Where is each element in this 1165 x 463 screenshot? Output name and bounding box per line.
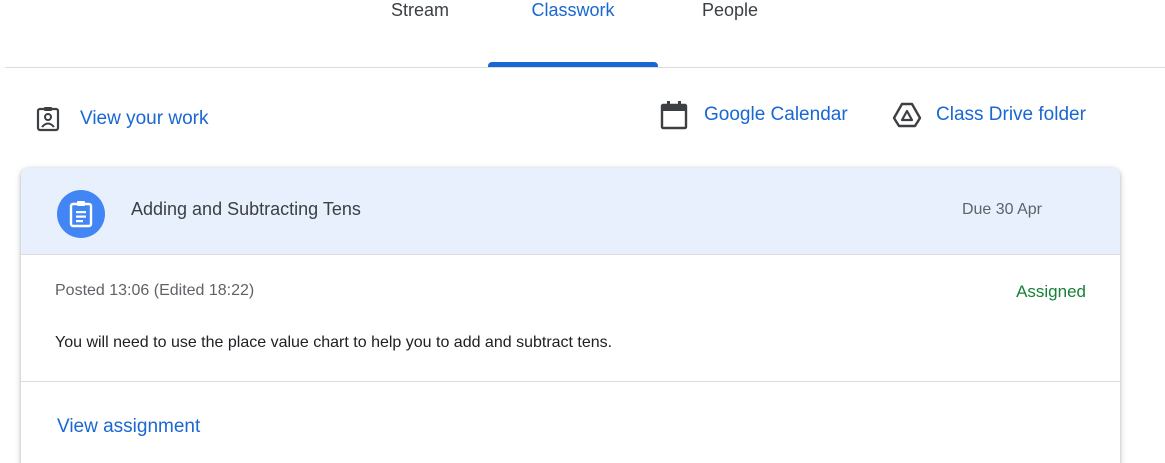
view-your-work-label: View your work — [80, 108, 209, 129]
assignment-card-header[interactable]: Adding and Subtracting Tens Due 30 Apr — [21, 168, 1120, 255]
class-drive-folder-link[interactable]: Class Drive folder — [892, 100, 1086, 130]
calendar-icon — [660, 100, 688, 130]
assignment-ind-icon — [36, 106, 60, 132]
due-date: Due 30 Apr — [961, 201, 1042, 218]
tab-stream[interactable]: Stream — [370, 0, 470, 44]
posted-timestamp: Posted 13:06 (Edited 18:22) — [55, 282, 255, 299]
tabs-divider — [5, 67, 1165, 68]
view-assignment-link[interactable]: View assignment — [57, 416, 200, 438]
view-your-work-link[interactable]: View your work — [36, 104, 208, 134]
tab-bar: Stream Classwork People — [0, 0, 1165, 68]
card-divider — [21, 381, 1120, 382]
google-calendar-link[interactable]: Google Calendar — [660, 100, 848, 130]
assignment-description: You will need to use the place value cha… — [55, 334, 613, 351]
classroom-page: Stream Classwork People View your work G — [0, 0, 1165, 463]
class-drive-folder-label: Class Drive folder — [936, 104, 1086, 125]
assignment-title: Adding and Subtracting Tens — [131, 199, 361, 219]
assignment-icon — [57, 190, 105, 238]
google-calendar-label: Google Calendar — [704, 104, 848, 125]
status-badge: Assigned — [1016, 282, 1086, 301]
assignment-card: Adding and Subtracting Tens Due 30 Apr P… — [21, 168, 1120, 463]
tab-people[interactable]: People — [680, 0, 780, 44]
tab-classwork[interactable]: Classwork — [488, 0, 658, 44]
drive-icon — [892, 101, 922, 129]
